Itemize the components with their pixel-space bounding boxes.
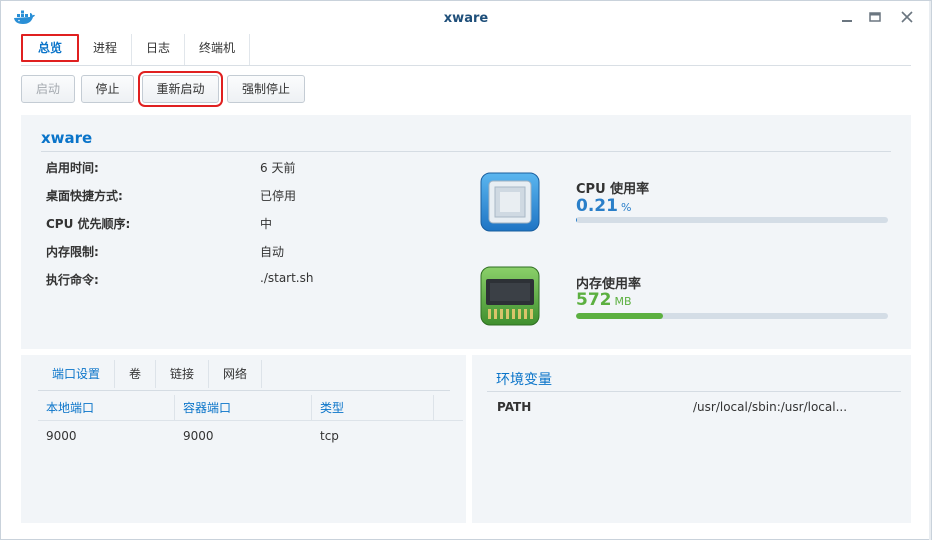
subtab-volume[interactable]: 卷 bbox=[115, 360, 157, 388]
env-key: PATH bbox=[497, 400, 532, 414]
tab-log[interactable]: 日志 bbox=[132, 34, 186, 65]
minimize-icon[interactable] bbox=[839, 9, 855, 25]
container-info-panel: xware 启用时间: 6 天前 桌面快捷方式: 已停用 CPU 优先顺序: 中… bbox=[21, 115, 911, 349]
tabs-divider bbox=[21, 65, 911, 66]
tab-process[interactable]: 进程 bbox=[79, 34, 133, 65]
cpu-chip-icon bbox=[479, 171, 541, 233]
ports-table-header: 本地端口 容器端口 类型 bbox=[38, 395, 463, 421]
force-stop-button[interactable]: 强制停止 bbox=[227, 75, 305, 103]
memory-usage-bar-fill bbox=[576, 313, 664, 319]
prop-label-shortcut: 桌面快捷方式: bbox=[46, 189, 123, 203]
close-icon[interactable] bbox=[899, 9, 915, 25]
table-row[interactable]: 9000 9000 tcp bbox=[38, 423, 463, 449]
maximize-icon[interactable] bbox=[867, 9, 883, 25]
start-button[interactable]: 启动 bbox=[21, 75, 75, 103]
subtabs-divider bbox=[38, 390, 450, 391]
memory-usage-bar bbox=[576, 313, 888, 319]
cpu-usage-unit: % bbox=[620, 201, 632, 214]
env-panel: 环境变量 PATH /usr/local/sbin:/usr/local... bbox=[472, 355, 911, 523]
prop-value-shortcut: 已停用 bbox=[260, 189, 297, 203]
tab-overview[interactable]: 总览 bbox=[21, 34, 80, 62]
memory-chip-icon bbox=[479, 265, 541, 327]
toolbar: 启动 停止 重新启动 强制停止 bbox=[21, 71, 305, 107]
prop-label-memory-limit: 内存限制: bbox=[46, 245, 99, 259]
subtab-port-settings[interactable]: 端口设置 bbox=[38, 360, 116, 388]
cpu-usage-bar-fill bbox=[576, 217, 577, 223]
memory-usage-value: 572 MB bbox=[576, 290, 632, 310]
window-edge bbox=[929, 1, 931, 540]
ports-panel: 端口设置 卷 链接 网络 本地端口 容器端口 类型 9000 9000 tcp bbox=[21, 355, 466, 523]
prop-label-cpu-priority: CPU 优先顺序: bbox=[46, 217, 131, 231]
prop-label-command: 执行命令: bbox=[46, 273, 99, 287]
memory-usage-unit: MB bbox=[614, 295, 632, 308]
cell-container-port: 9000 bbox=[183, 429, 214, 443]
column-header-local-port[interactable]: 本地端口 bbox=[38, 395, 175, 420]
cell-local-port: 9000 bbox=[46, 429, 77, 443]
ports-subtabs: 端口设置 卷 链接 网络 bbox=[38, 360, 263, 388]
restart-button[interactable]: 重新启动 bbox=[138, 71, 223, 107]
tab-terminal[interactable]: 终端机 bbox=[185, 34, 251, 65]
window-title: xware bbox=[443, 11, 489, 26]
app-window: xware 总览 进程 日志 终端机 启动 停止 重新启动 强制停止 xware… bbox=[0, 0, 932, 540]
container-name: xware bbox=[41, 129, 93, 147]
column-header-container-port[interactable]: 容器端口 bbox=[175, 395, 312, 420]
env-divider bbox=[487, 391, 901, 392]
title-bar[interactable]: xware bbox=[1, 1, 931, 35]
cell-type: tcp bbox=[320, 429, 339, 443]
env-title: 环境变量 bbox=[496, 372, 552, 388]
subtab-links[interactable]: 链接 bbox=[156, 360, 210, 388]
prop-value-cpu-priority: 中 bbox=[260, 217, 273, 231]
stop-button[interactable]: 停止 bbox=[81, 75, 134, 103]
prop-value-command: ./start.sh bbox=[260, 271, 314, 285]
env-value: /usr/local/sbin:/usr/local... bbox=[693, 400, 848, 414]
cpu-usage-value: 0.21% bbox=[576, 196, 632, 216]
subtab-network[interactable]: 网络 bbox=[209, 360, 263, 388]
cpu-usage-title: CPU 使用率 bbox=[576, 182, 650, 197]
column-header-type[interactable]: 类型 bbox=[312, 395, 434, 420]
name-divider bbox=[41, 151, 891, 152]
prop-value-uptime: 6 天前 bbox=[260, 161, 296, 175]
prop-value-memory-limit: 自动 bbox=[260, 245, 285, 259]
prop-label-uptime: 启用时间: bbox=[46, 161, 99, 175]
main-tabs: 总览 进程 日志 终端机 bbox=[21, 34, 251, 65]
cpu-usage-bar bbox=[576, 217, 888, 223]
